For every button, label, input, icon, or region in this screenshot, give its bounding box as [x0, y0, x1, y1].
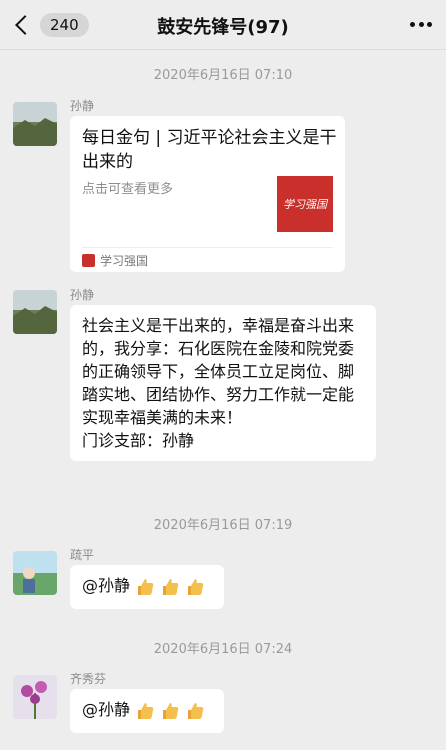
thumbs-up-icon	[163, 578, 179, 595]
more-dot-icon	[410, 21, 415, 27]
more-dot-icon	[418, 21, 424, 27]
sender-avatar[interactable]	[13, 102, 57, 146]
card-title: 每日金句 | 习近平论社会主义是干出来的	[82, 128, 337, 172]
sender-avatar[interactable]	[13, 675, 57, 719]
message-text: @孙静	[70, 565, 224, 606]
chat-title: 鼓安先锋号(97)	[157, 17, 289, 38]
thumbs-up-icon	[163, 702, 179, 719]
message-text: @孙静	[70, 689, 224, 730]
more-dot-icon	[427, 21, 432, 27]
card-thumbnail: 学习强国	[277, 176, 333, 232]
mention-text: @孙静	[82, 700, 136, 719]
message-bubble[interactable]: 社会主义是干出来的，幸福是奋斗出来的，我分享：石化医院在金陵和院党委的正确领导下…	[70, 305, 376, 461]
sender-name: 孙静	[70, 99, 95, 113]
card-divider	[82, 247, 333, 248]
card-source-label: 学习强国	[100, 254, 149, 268]
thumbs-up-icon	[138, 702, 154, 719]
sender-name: 孙静	[70, 288, 95, 302]
message-bubble[interactable]: @孙静	[70, 689, 224, 733]
more-options-button[interactable]	[410, 14, 432, 34]
article-card[interactable]: 每日金句 | 习近平论社会主义是干出来的 点击可查看更多 学习强国 学习强国	[70, 116, 345, 272]
message-bubble[interactable]: @孙静	[70, 565, 224, 609]
message-timestamp: 2020年6月16日 07:10	[153, 68, 293, 83]
thumbs-up-icon	[188, 578, 204, 595]
mention-text: @孙静	[82, 576, 136, 595]
message-timestamp: 2020年6月16日 07:24	[153, 642, 293, 657]
sender-name: 齐秀芬	[70, 672, 107, 686]
card-description: 点击可查看更多	[82, 182, 174, 197]
thumbs-up-icon	[138, 578, 154, 595]
sender-avatar[interactable]	[13, 290, 57, 334]
thumbs-up-icon	[188, 702, 204, 719]
message-timestamp: 2020年6月16日 07:19	[153, 518, 293, 533]
sender-name: 疏平	[70, 548, 95, 562]
thumb-logo-text: 学习强国	[283, 198, 329, 211]
sender-avatar[interactable]	[13, 551, 57, 595]
card-source: 学习强国	[82, 252, 148, 269]
chat-header: 240 鼓安先锋号(97)	[0, 0, 446, 50]
message-text: 社会主义是干出来的，幸福是奋斗出来的，我分享：石化医院在金陵和院党委的正确领导下…	[82, 316, 355, 450]
xuexi-app-icon	[82, 254, 95, 267]
